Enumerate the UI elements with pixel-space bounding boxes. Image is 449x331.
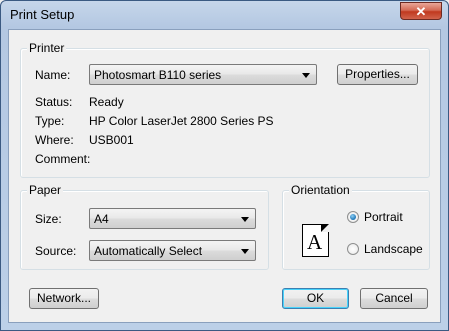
- paper-source-value: Automatically Select: [94, 244, 203, 258]
- name-label: Name:: [35, 68, 71, 82]
- paper-source-select[interactable]: Automatically Select: [89, 240, 256, 261]
- paper-legend: Paper: [27, 183, 64, 197]
- close-icon: ✕: [415, 4, 427, 19]
- paper-size-select[interactable]: A4: [89, 208, 256, 229]
- window-title: Print Setup: [10, 7, 75, 22]
- size-label: Size:: [35, 212, 62, 226]
- where-label: Where:: [35, 133, 74, 147]
- properties-button[interactable]: Properties...: [337, 64, 418, 85]
- print-setup-dialog: Print Setup ✕ Printer Name: Photosmart B…: [0, 0, 449, 331]
- printer-legend: Printer: [27, 41, 67, 55]
- network-button[interactable]: Network...: [29, 288, 99, 309]
- status-label: Status:: [35, 95, 73, 109]
- orientation-group: Orientation A Portrait Landscape: [282, 183, 430, 270]
- paper-size-value: A4: [94, 212, 109, 226]
- title-bar[interactable]: Print Setup ✕: [1, 1, 448, 29]
- dialog-body: Printer Name: Photosmart B110 series Pro…: [8, 29, 441, 323]
- printer-name-value: Photosmart B110 series: [94, 68, 222, 82]
- type-value: HP Color LaserJet 2800 Series PS: [89, 114, 274, 128]
- radio-selected-icon: [350, 214, 356, 220]
- type-label: Type:: [35, 114, 65, 128]
- portrait-label[interactable]: Portrait: [364, 210, 403, 224]
- chevron-down-icon: [241, 249, 249, 254]
- where-value: USB001: [89, 133, 134, 147]
- comment-label: Comment:: [35, 152, 91, 166]
- landscape-label[interactable]: Landscape: [364, 242, 423, 256]
- cancel-button[interactable]: Cancel: [360, 288, 428, 309]
- source-label: Source:: [35, 244, 77, 258]
- portrait-page-icon: A: [302, 224, 329, 257]
- page-letter: A: [307, 230, 323, 254]
- chevron-down-icon: [302, 73, 310, 78]
- landscape-radio[interactable]: [347, 243, 359, 255]
- orientation-legend: Orientation: [289, 183, 352, 197]
- printer-group: Printer Name: Photosmart B110 series Pro…: [20, 41, 430, 178]
- ok-button[interactable]: OK: [282, 288, 349, 309]
- chevron-down-icon: [241, 217, 249, 222]
- close-button[interactable]: ✕: [400, 2, 442, 20]
- paper-group: Paper Size: A4 Source: Automatically Sel…: [20, 183, 269, 270]
- status-value: Ready: [89, 95, 124, 109]
- portrait-radio[interactable]: [347, 211, 359, 223]
- printer-name-select[interactable]: Photosmart B110 series: [89, 64, 317, 85]
